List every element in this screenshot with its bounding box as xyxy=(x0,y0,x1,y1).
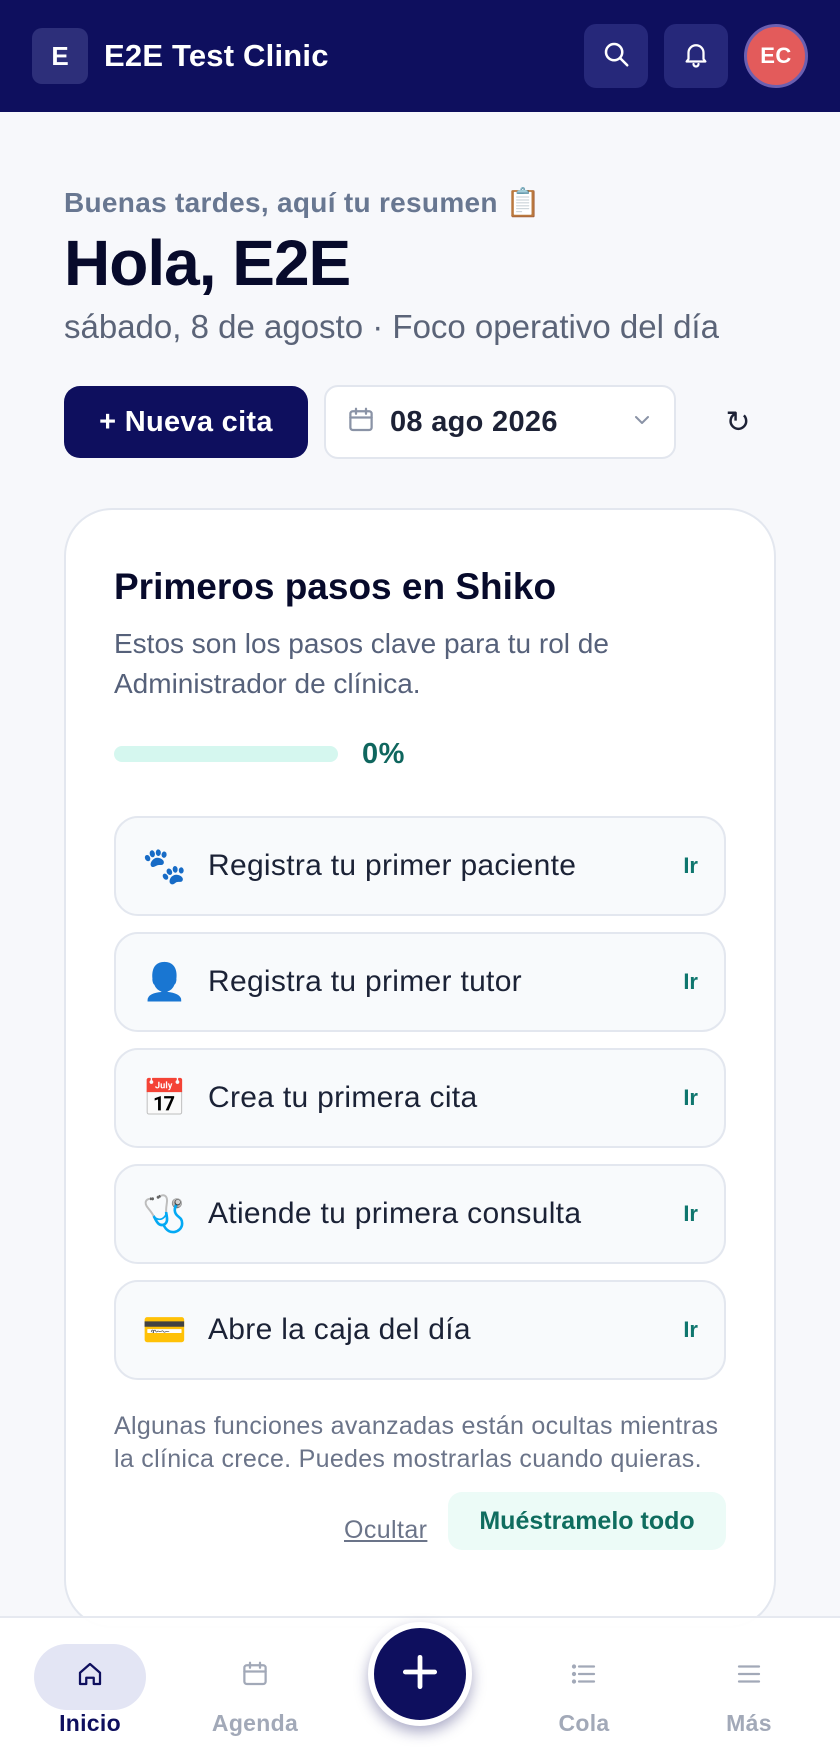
step-register-patient[interactable]: 🐾 Registra tu primer paciente Ir xyxy=(114,816,726,916)
calendar-icon xyxy=(199,1648,311,1700)
onboarding-steps: 🐾 Registra tu primer paciente Ir 👤 Regis… xyxy=(114,816,726,1396)
list-icon xyxy=(528,1648,640,1700)
top-app-bar: E E2E Test Clinic EC xyxy=(0,0,840,112)
paw-icon: 🐾 xyxy=(142,845,187,886)
chevron-down-icon xyxy=(630,408,654,437)
user-avatar[interactable]: EC xyxy=(744,24,808,88)
progress-label: 0% xyxy=(362,738,405,770)
step-attend-consultation[interactable]: 🩺 Atiende tu primera consulta Ir xyxy=(114,1164,726,1264)
refresh-icon: ↻ xyxy=(725,405,751,439)
onboarding-card: Primeros pasos en Shiko Estos son los pa… xyxy=(64,508,776,1628)
onboarding-title: Primeros pasos en Shiko xyxy=(114,566,557,607)
nav-item-inicio[interactable]: Inicio xyxy=(34,1644,146,1737)
onboarding-description: Estos son los pasos clave para tu rol de… xyxy=(114,628,609,699)
step-label: Crea tu primera cita xyxy=(208,1081,478,1114)
nav-label: Más xyxy=(726,1710,772,1736)
nav-item-mas[interactable]: Más xyxy=(693,1648,805,1737)
step-go-link[interactable]: Ir xyxy=(683,1201,698,1227)
date-value: 08 ago 2026 xyxy=(390,405,558,438)
refresh-button[interactable]: ↻ xyxy=(706,386,770,458)
progress-bar xyxy=(114,746,338,762)
calendar-icon: 📅 xyxy=(142,1077,187,1118)
step-label: Registra tu primer paciente xyxy=(208,849,577,882)
advanced-features-note: Algunas funciones avanzadas están oculta… xyxy=(114,1412,719,1473)
step-register-tutor[interactable]: 👤 Registra tu primer tutor Ir xyxy=(114,932,726,1032)
greeting-subtitle: Buenas tardes, aquí tu resumen 📋 xyxy=(64,187,542,218)
credit-card-icon: 💳 xyxy=(142,1309,187,1350)
date-picker[interactable]: 08 ago 2026 xyxy=(324,385,676,459)
clinic-logo-badge: E xyxy=(32,28,88,84)
show-all-button[interactable]: Muéstramelo todo xyxy=(448,1492,726,1550)
new-appointment-button[interactable]: + Nueva cita xyxy=(64,386,308,458)
step-label: Registra tu primer tutor xyxy=(208,965,522,998)
nav-label: Cola xyxy=(558,1710,610,1736)
app-title: E2E Test Clinic xyxy=(104,38,329,73)
top-actions: EC xyxy=(584,24,808,88)
bell-icon xyxy=(681,39,711,74)
step-create-appointment[interactable]: 📅 Crea tu primera cita Ir xyxy=(114,1048,726,1148)
step-go-link[interactable]: Ir xyxy=(683,1317,698,1343)
search-icon xyxy=(601,39,631,74)
nav-label: Agenda xyxy=(211,1710,299,1736)
step-label: Abre la caja del día xyxy=(208,1313,471,1346)
step-go-link[interactable]: Ir xyxy=(683,1085,698,1111)
step-go-link[interactable]: Ir xyxy=(683,969,698,995)
person-icon: 👤 xyxy=(142,961,187,1002)
menu-icon xyxy=(693,1648,805,1700)
calendar-icon xyxy=(346,405,376,440)
nav-item-agenda[interactable]: Agenda xyxy=(199,1648,311,1737)
step-go-link[interactable]: Ir xyxy=(683,853,698,879)
step-open-cash-register[interactable]: 💳 Abre la caja del día Ir xyxy=(114,1280,726,1380)
nav-label: Inicio xyxy=(59,1710,121,1736)
hide-link[interactable]: Ocultar xyxy=(344,1516,427,1545)
page-title: Hola, E2E xyxy=(64,227,351,299)
plus-icon xyxy=(398,1650,442,1699)
notifications-button[interactable] xyxy=(664,24,728,88)
date-line: sábado, 8 de agosto · Foco operativo del… xyxy=(64,308,719,345)
search-button[interactable] xyxy=(584,24,648,88)
nav-item-cola[interactable]: Cola xyxy=(528,1648,640,1737)
step-label: Atiende tu primera consulta xyxy=(208,1197,582,1230)
stethoscope-icon: 🩺 xyxy=(142,1193,187,1234)
quick-add-fab[interactable] xyxy=(368,1622,472,1726)
home-icon xyxy=(34,1648,146,1700)
